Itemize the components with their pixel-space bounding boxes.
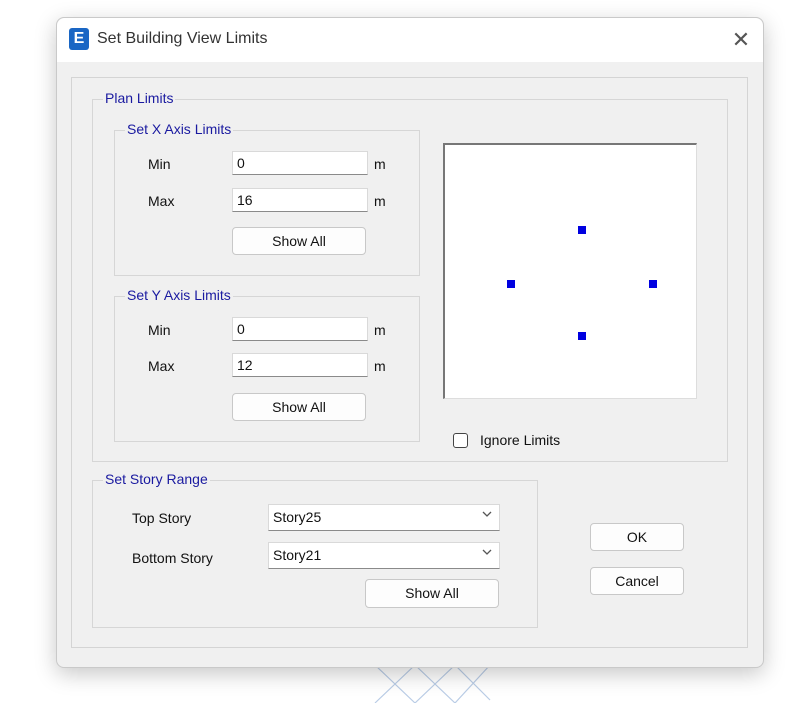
chevron-down-icon bbox=[481, 546, 493, 561]
title-bar[interactable]: E Set Building View Limits ✕ bbox=[57, 18, 763, 62]
cancel-button[interactable]: Cancel bbox=[590, 567, 684, 595]
bottom-story-label: Bottom Story bbox=[132, 550, 213, 566]
preview-marker-bottom[interactable] bbox=[578, 332, 586, 340]
bottom-story-select[interactable]: Story21 bbox=[268, 542, 500, 569]
ok-button[interactable]: OK bbox=[590, 523, 684, 551]
chevron-down-icon bbox=[481, 508, 493, 523]
plan-limits-legend: Plan Limits bbox=[103, 90, 176, 106]
story-range-legend: Set Story Range bbox=[103, 471, 210, 487]
y-min-input[interactable]: 0 bbox=[232, 317, 368, 341]
preview-marker-right[interactable] bbox=[649, 280, 657, 288]
x-axis-limits-legend: Set X Axis Limits bbox=[125, 121, 234, 137]
etabs-app-icon: E bbox=[69, 28, 89, 50]
preview-marker-left[interactable] bbox=[507, 280, 515, 288]
set-building-view-limits-dialog: E Set Building View Limits ✕ Plan Limits… bbox=[56, 17, 764, 668]
top-story-select[interactable]: Story25 bbox=[268, 504, 500, 531]
y-show-all-button[interactable]: Show All bbox=[232, 393, 366, 421]
plan-preview-canvas[interactable] bbox=[443, 143, 697, 399]
top-story-value: Story25 bbox=[273, 509, 322, 525]
x-max-unit: m bbox=[374, 193, 386, 209]
x-max-input[interactable]: 16 bbox=[232, 188, 368, 212]
ignore-limits-checkbox[interactable] bbox=[453, 433, 468, 448]
x-show-all-button[interactable]: Show All bbox=[232, 227, 366, 255]
x-max-label: Max bbox=[148, 193, 175, 209]
top-story-label: Top Story bbox=[132, 510, 192, 526]
ignore-limits-label[interactable]: Ignore Limits bbox=[480, 432, 560, 448]
story-show-all-button[interactable]: Show All bbox=[365, 579, 499, 608]
y-max-unit: m bbox=[374, 358, 386, 374]
bottom-story-value: Story21 bbox=[273, 547, 322, 563]
x-min-label: Min bbox=[148, 156, 171, 172]
y-min-label: Min bbox=[148, 322, 171, 338]
x-min-unit: m bbox=[374, 156, 386, 172]
close-icon[interactable]: ✕ bbox=[727, 26, 755, 54]
y-axis-limits-group: Set Y Axis Limits Min 0 m Max 12 m Show … bbox=[114, 287, 420, 442]
y-axis-limits-legend: Set Y Axis Limits bbox=[125, 287, 233, 303]
story-range-group: Set Story Range Top Story Story25 Bottom… bbox=[92, 471, 538, 628]
preview-marker-top[interactable] bbox=[578, 226, 586, 234]
window-title: Set Building View Limits bbox=[97, 30, 268, 47]
x-min-input[interactable]: 0 bbox=[232, 151, 368, 175]
y-min-unit: m bbox=[374, 322, 386, 338]
x-axis-limits-group: Set X Axis Limits Min 0 m Max 16 m Show … bbox=[114, 121, 420, 276]
y-max-label: Max bbox=[148, 358, 175, 374]
y-max-input[interactable]: 12 bbox=[232, 353, 368, 377]
plan-limits-group: Plan Limits Set X Axis Limits Min 0 m Ma… bbox=[92, 90, 728, 462]
